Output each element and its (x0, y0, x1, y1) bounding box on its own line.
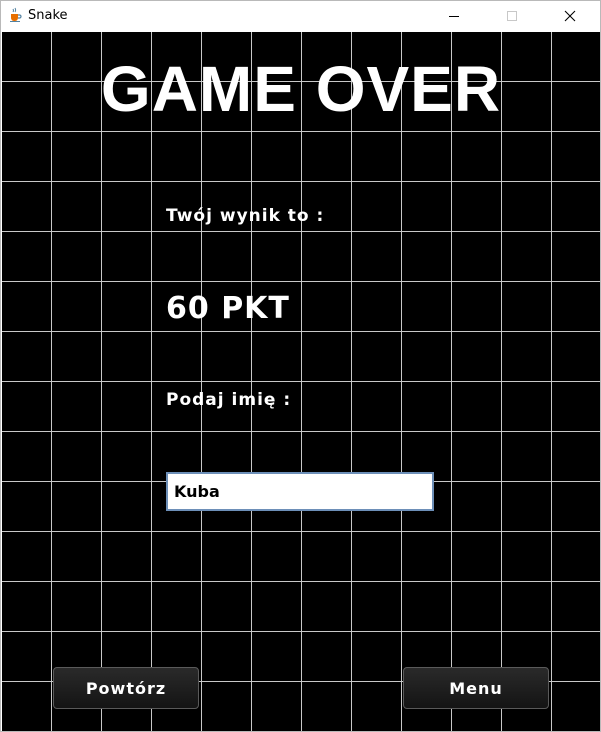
maximize-icon (507, 11, 517, 21)
name-input[interactable] (166, 472, 434, 511)
name-label: Podaj imię : (166, 390, 292, 410)
menu-button[interactable]: Menu (403, 667, 549, 709)
score-value: 60 PKT (166, 291, 290, 326)
maximize-button[interactable] (489, 1, 535, 32)
minimize-button[interactable] (431, 1, 477, 32)
title-bar[interactable]: Snake (1, 1, 600, 32)
close-button[interactable] (547, 1, 593, 32)
java-cup-icon (7, 7, 23, 23)
retry-button[interactable]: Powtórz (53, 667, 199, 709)
window-title: Snake (28, 8, 68, 23)
minimize-icon (449, 16, 459, 17)
game-window: Snake GAME OVER Twój wynik to : 60 PKT P… (0, 0, 601, 732)
close-icon (564, 10, 576, 22)
score-label: Twój wynik to : (166, 206, 325, 226)
game-over-heading: GAME OVER (100, 53, 502, 125)
grid-background (2, 32, 600, 731)
game-over-panel: GAME OVER Twój wynik to : 60 PKT Podaj i… (2, 32, 600, 731)
